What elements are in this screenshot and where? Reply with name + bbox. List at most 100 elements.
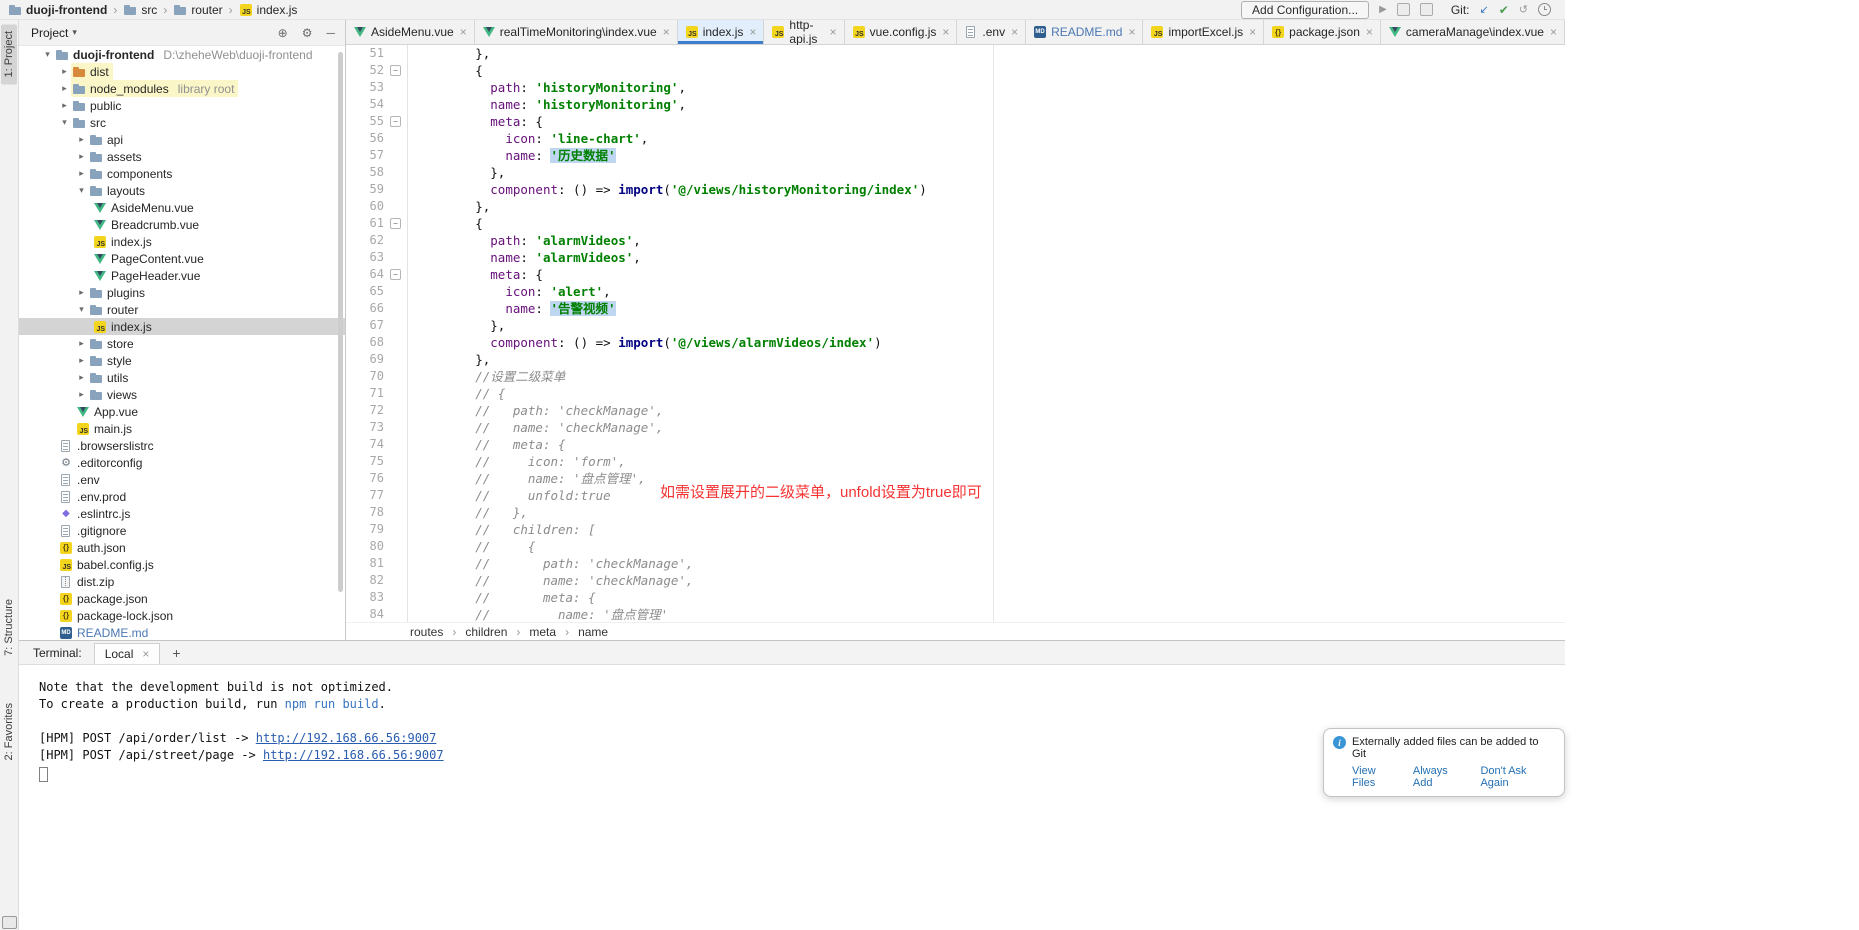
chevron-right-icon[interactable]: ▸ xyxy=(75,338,88,349)
line-number[interactable]: 69 xyxy=(346,351,384,368)
tree-item[interactable]: ▸components xyxy=(19,165,345,182)
breadcrumb-segment[interactable]: routes xyxy=(410,625,443,639)
code-line[interactable]: 61− { xyxy=(346,215,1565,232)
tree-item[interactable]: ▾layouts xyxy=(19,182,345,199)
fold-marker[interactable] xyxy=(384,164,408,181)
fold-marker[interactable] xyxy=(384,402,408,419)
tree-item[interactable]: ▾duoji-frontendD:\zheheWeb\duoji-fronten… xyxy=(19,46,345,63)
tree-item[interactable]: main.js xyxy=(19,420,345,437)
fold-marker[interactable] xyxy=(384,419,408,436)
code-line[interactable]: 69 }, xyxy=(346,351,1565,368)
line-number[interactable]: 57 xyxy=(346,147,384,164)
fold-marker[interactable]: − xyxy=(384,113,408,130)
tree-item[interactable]: .env.prod xyxy=(19,488,345,505)
editor-tab[interactable]: http-api.js× xyxy=(764,20,844,44)
build-icon[interactable] xyxy=(1397,3,1410,16)
breadcrumb-segment[interactable]: children xyxy=(465,625,507,639)
tree-item[interactable]: ▸node_moduleslibrary root xyxy=(19,80,345,97)
editor-tab[interactable]: importExcel.js× xyxy=(1143,20,1264,44)
editor-tab[interactable]: README.md× xyxy=(1026,20,1143,44)
fold-marker[interactable] xyxy=(384,317,408,334)
breadcrumb-segment[interactable]: meta xyxy=(529,625,556,639)
fold-marker[interactable] xyxy=(384,198,408,215)
chevron-down-icon[interactable]: ▾ xyxy=(72,27,77,38)
chevron-right-icon[interactable]: ▸ xyxy=(58,66,71,77)
code-line[interactable]: 67 }, xyxy=(346,317,1565,334)
code-line[interactable]: 78 // }, xyxy=(346,504,1565,521)
line-number[interactable]: 51 xyxy=(346,45,384,62)
code-line[interactable]: 56 icon: 'line-chart', xyxy=(346,130,1565,147)
fold-marker[interactable] xyxy=(384,589,408,606)
breadcrumb-item[interactable]: duoji-frontend xyxy=(8,3,107,17)
line-number[interactable]: 80 xyxy=(346,538,384,555)
code-line[interactable]: 62 path: 'alarmVideos', xyxy=(346,232,1565,249)
notification-action[interactable]: Don't Ask Again xyxy=(1480,765,1554,789)
line-number[interactable]: 72 xyxy=(346,402,384,419)
close-icon[interactable]: × xyxy=(142,647,149,661)
fold-marker[interactable] xyxy=(384,96,408,113)
chevron-right-icon[interactable]: ▸ xyxy=(75,134,88,145)
tree-item[interactable]: README.md xyxy=(19,624,345,641)
line-number[interactable]: 53 xyxy=(346,79,384,96)
fold-marker[interactable] xyxy=(384,368,408,385)
fold-marker[interactable] xyxy=(384,453,408,470)
notification-action[interactable]: Always Add xyxy=(1413,765,1468,789)
code-line[interactable]: 81 // path: 'checkManage', xyxy=(346,555,1565,572)
fold-marker[interactable]: − xyxy=(384,215,408,232)
fold-marker[interactable] xyxy=(384,436,408,453)
line-number[interactable]: 54 xyxy=(346,96,384,113)
tree-item[interactable]: ▸plugins xyxy=(19,284,345,301)
tree-item[interactable]: .env xyxy=(19,471,345,488)
fold-marker[interactable] xyxy=(384,249,408,266)
tree-item[interactable]: auth.json xyxy=(19,539,345,556)
line-number[interactable]: 74 xyxy=(346,436,384,453)
tree-item[interactable]: babel.config.js xyxy=(19,556,345,573)
tree-item[interactable]: ▸public xyxy=(19,97,345,114)
line-number[interactable]: 81 xyxy=(346,555,384,572)
tree-item[interactable]: package.json xyxy=(19,590,345,607)
code-line[interactable]: 84 // name: '盘点管理' xyxy=(346,606,1565,622)
code-line[interactable]: 68 component: () => import('@/views/alar… xyxy=(346,334,1565,351)
tree-item[interactable]: AsideMenu.vue xyxy=(19,199,345,216)
fold-marker[interactable] xyxy=(384,606,408,622)
line-number[interactable]: 79 xyxy=(346,521,384,538)
fold-marker[interactable] xyxy=(384,79,408,96)
tree-item[interactable]: App.vue xyxy=(19,403,345,420)
fold-marker[interactable] xyxy=(384,487,408,504)
chevron-right-icon[interactable]: ▸ xyxy=(75,372,88,383)
fold-marker[interactable] xyxy=(384,351,408,368)
line-number[interactable]: 78 xyxy=(346,504,384,521)
line-number[interactable]: 61 xyxy=(346,215,384,232)
tree-item[interactable]: .editorconfig xyxy=(19,454,345,471)
tree-item[interactable]: index.js xyxy=(19,318,345,335)
code-line[interactable]: 73 // name: 'checkManage', xyxy=(346,419,1565,436)
tree-item[interactable]: ▸assets xyxy=(19,148,345,165)
close-icon[interactable]: × xyxy=(1366,25,1373,39)
tree-item[interactable]: ▸views xyxy=(19,386,345,403)
line-number[interactable]: 56 xyxy=(346,130,384,147)
tool-button-project[interactable]: 1: Project xyxy=(1,24,17,84)
line-number[interactable]: 62 xyxy=(346,232,384,249)
tree-item[interactable]: .eslintrc.js xyxy=(19,505,345,522)
chevron-down-icon[interactable]: ▾ xyxy=(58,117,71,128)
line-number[interactable]: 71 xyxy=(346,385,384,402)
line-number[interactable]: 64 xyxy=(346,266,384,283)
tree-scrollbar[interactable] xyxy=(338,52,343,592)
fold-marker[interactable] xyxy=(384,130,408,147)
fold-marker[interactable] xyxy=(384,504,408,521)
line-number[interactable]: 65 xyxy=(346,283,384,300)
tree-item[interactable]: ▸api xyxy=(19,131,345,148)
code-line[interactable]: 59 component: () => import('@/views/hist… xyxy=(346,181,1565,198)
git-update-icon[interactable]: ↙ xyxy=(1480,3,1489,16)
git-commit-icon[interactable]: ✔ xyxy=(1499,3,1509,17)
chevron-right-icon[interactable]: ▸ xyxy=(75,151,88,162)
code-line[interactable]: 63 name: 'alarmVideos', xyxy=(346,249,1565,266)
code-line[interactable]: 72 // path: 'checkManage', xyxy=(346,402,1565,419)
close-icon[interactable]: × xyxy=(1550,25,1557,39)
code-line[interactable]: 60 }, xyxy=(346,198,1565,215)
chevron-right-icon[interactable]: ▸ xyxy=(58,83,71,94)
git-revert-icon[interactable]: ↺ xyxy=(1519,3,1528,16)
fold-marker[interactable] xyxy=(384,181,408,198)
breadcrumb-item[interactable]: src xyxy=(123,3,157,17)
fold-marker[interactable] xyxy=(384,283,408,300)
